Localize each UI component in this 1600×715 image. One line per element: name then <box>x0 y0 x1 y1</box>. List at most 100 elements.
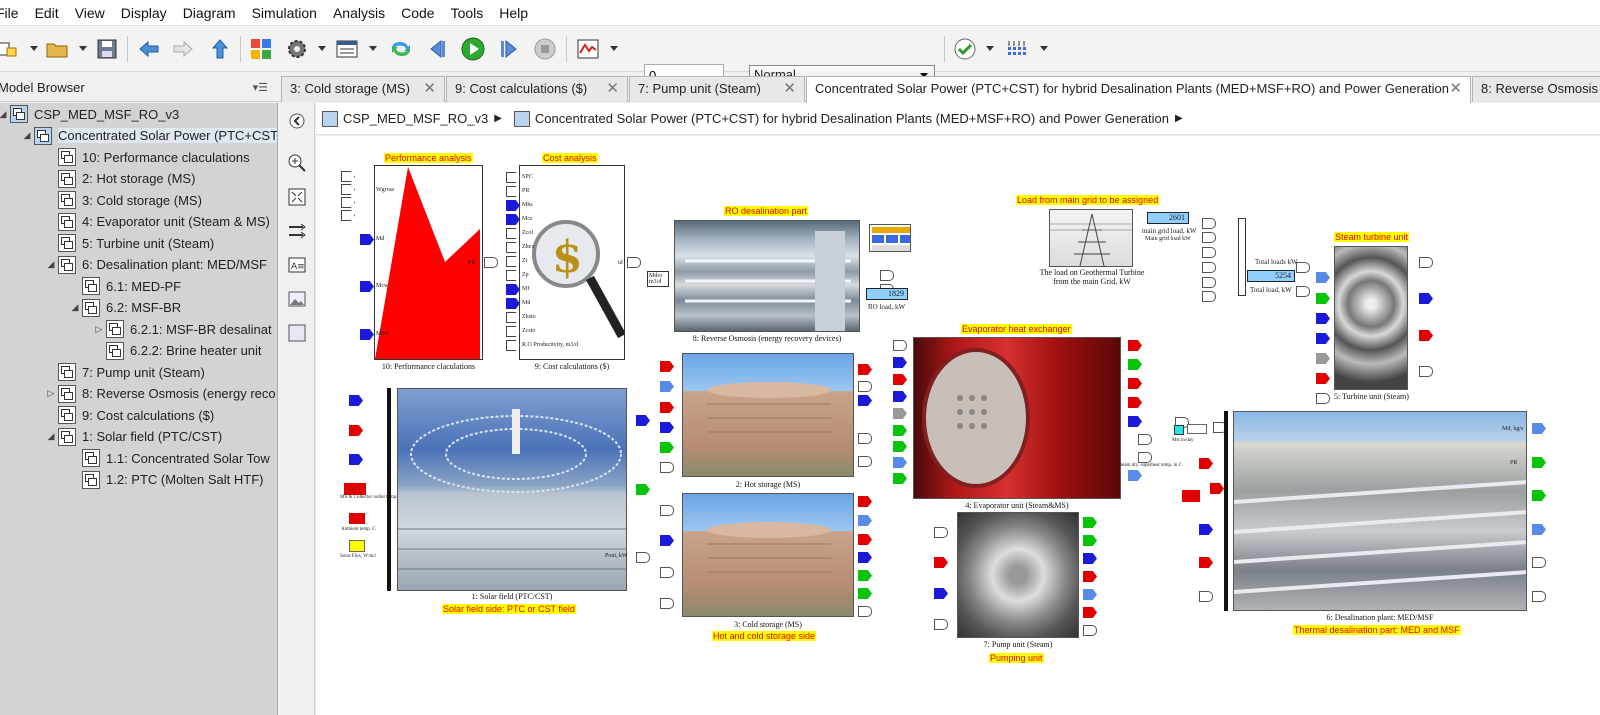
scope-signal-icon[interactable] <box>573 34 603 64</box>
menu-diagram[interactable]: Diagram <box>175 5 244 21</box>
evap-input-port[interactable] <box>893 340 907 351</box>
pump-input-port[interactable] <box>934 619 948 630</box>
tab-cost-calculations[interactable]: 9: Cost calculations ($) ✕ <box>446 76 628 102</box>
model-canvas[interactable]: Performance analysis Wgross Md Mcw Mbw P… <box>316 136 1600 715</box>
cost-block[interactable]: $ SPC PR Mhs Mcs Zcol Zhex Zt Zp Mf Md Zhsto Zcsto R… <box>506 165 625 360</box>
tab-main-model[interactable]: Concentrated Solar Power (PTC+CST) for h… <box>806 76 1471 103</box>
hot-storage-out-port[interactable] <box>858 381 872 392</box>
tree-item[interactable]: ◢ Concentrated Solar Power (PTC+CST) <box>20 125 277 147</box>
expand-arrow-icon[interactable]: ◢ <box>0 109 10 120</box>
pump-input-port[interactable] <box>934 527 948 538</box>
evap-out-port[interactable] <box>1128 416 1142 427</box>
breadcrumb-root[interactable]: CSP_MED_MSF_RO_v3 <box>343 111 488 126</box>
evap-input-port[interactable] <box>893 374 907 385</box>
tree-item[interactable]: 4: Evaporator unit (Steam & MS) <box>44 211 270 233</box>
evap-out-port[interactable] <box>1138 452 1152 463</box>
settings-dropdown-icon[interactable] <box>318 46 326 51</box>
grid-port[interactable] <box>1202 277 1216 288</box>
tree-item[interactable]: 1.1: Concentrated Solar Tow <box>68 447 270 469</box>
image-icon[interactable] <box>287 289 307 309</box>
close-icon[interactable]: ✕ <box>783 77 796 101</box>
perf-mcw-port[interactable] <box>360 281 374 292</box>
tab-reverse-osmosis[interactable]: 8: Reverse Osmosis (energy recovery devi… <box>1472 76 1600 102</box>
turbine-out-port[interactable] <box>1419 293 1433 304</box>
tab-cold-storage[interactable]: 3: Cold storage (MS) ✕ <box>281 76 445 102</box>
menu-simulation[interactable]: Simulation <box>244 5 325 21</box>
tree-item[interactable]: 7: Pump unit (Steam) <box>44 361 205 383</box>
turbine-image[interactable] <box>1334 246 1408 390</box>
tree-item[interactable]: 1.2: PTC (Molten Salt HTF) <box>68 469 263 491</box>
expand-arrow-icon[interactable]: ▷ <box>44 388 58 399</box>
sum-block[interactable] <box>1238 218 1246 296</box>
hot-storage-out-port[interactable] <box>858 433 872 444</box>
menu-edit[interactable]: Edit <box>27 5 67 21</box>
turbine-out-port[interactable] <box>1419 330 1433 341</box>
tree-item[interactable]: ▷ 8: Reverse Osmosis (energy reco <box>44 383 276 405</box>
cost-input-port[interactable] <box>506 228 520 239</box>
tree-item[interactable]: 2: Hot storage (MS) <box>44 168 195 190</box>
pump-input-port[interactable] <box>934 557 948 568</box>
perf-input-port[interactable] <box>341 184 355 195</box>
cold-storage-out-port[interactable] <box>858 496 872 507</box>
pump-input-port[interactable] <box>934 588 948 599</box>
step-back-icon[interactable] <box>422 34 452 64</box>
perf-md-port[interactable] <box>360 234 374 245</box>
tree-item[interactable]: 9: Cost calculations ($) <box>44 404 214 426</box>
signal-routing-icon[interactable] <box>287 221 307 241</box>
build-blocks-icon[interactable] <box>1002 34 1032 64</box>
desal-out-port[interactable] <box>1532 490 1546 501</box>
model-config-dropdown-icon[interactable] <box>369 46 377 51</box>
evap-out-port[interactable] <box>1128 378 1142 389</box>
cold-storage-port[interactable] <box>660 535 674 546</box>
tree-item[interactable]: ▷ 6.2.1: MSF-BR desalinat <box>92 318 272 340</box>
solar-output-port[interactable] <box>636 484 650 495</box>
menu-code[interactable]: Code <box>393 5 442 21</box>
tree-item[interactable]: ◢ 1: Solar field (PTC/CST) <box>44 426 222 448</box>
cold-storage-out-port[interactable] <box>858 570 872 581</box>
cost-input-port[interactable] <box>506 340 520 351</box>
pump-out-port[interactable] <box>1083 589 1097 600</box>
cold-storage-out-port[interactable] <box>858 588 872 599</box>
desal-input-port[interactable] <box>1199 557 1213 568</box>
desal-out-port[interactable] <box>1532 557 1546 568</box>
cold-storage-port[interactable] <box>660 505 674 516</box>
cost-input-port[interactable] <box>506 186 520 197</box>
menu-display[interactable]: Display <box>113 5 175 21</box>
evap-out-port[interactable] <box>1138 434 1152 445</box>
annotation-icon[interactable]: A≡ <box>287 255 307 275</box>
step-forward-icon[interactable] <box>494 34 524 64</box>
menu-help[interactable]: Help <box>491 5 536 21</box>
turbine-port[interactable] <box>1316 272 1330 283</box>
performance-block[interactable] <box>374 165 483 360</box>
pump-out-port[interactable] <box>1083 535 1097 546</box>
solar-flux-port[interactable] <box>349 540 365 552</box>
solar-input-port[interactable] <box>349 454 363 465</box>
grid-port[interactable] <box>1202 218 1216 229</box>
open-dropdown-icon[interactable] <box>79 46 87 51</box>
turbine-port[interactable] <box>1316 353 1330 364</box>
update-diagram-icon[interactable] <box>386 34 416 64</box>
cold-storage-port[interactable] <box>660 567 674 578</box>
stop-icon[interactable] <box>530 34 560 64</box>
tree-item[interactable]: ◢ 6.2: MSF-BR <box>68 297 181 319</box>
cost-input-port[interactable] <box>506 242 520 253</box>
cost-input-port[interactable] <box>506 256 520 267</box>
cost-input-port[interactable] <box>506 270 520 281</box>
desal-mst-port[interactable] <box>1174 425 1184 435</box>
close-icon[interactable]: ✕ <box>1449 77 1462 101</box>
solar-input-port[interactable] <box>349 395 363 406</box>
grid-port[interactable] <box>1202 262 1216 273</box>
close-icon[interactable]: ✕ <box>606 77 619 101</box>
hot-storage-port[interactable] <box>660 381 674 392</box>
ro-input-port[interactable] <box>880 270 894 281</box>
save-icon[interactable] <box>92 34 122 64</box>
desal-input-port[interactable] <box>1199 591 1213 602</box>
hot-storage-out-port[interactable] <box>858 364 872 375</box>
perf-input-port[interactable] <box>341 171 355 182</box>
evap-out-port[interactable] <box>1128 470 1142 481</box>
evap-input-port[interactable] <box>893 425 907 436</box>
expand-arrow-icon[interactable]: ◢ <box>44 431 58 442</box>
menu-view[interactable]: View <box>67 5 113 21</box>
cold-storage-out-port[interactable] <box>858 552 872 563</box>
zoom-in-icon[interactable] <box>287 153 307 173</box>
